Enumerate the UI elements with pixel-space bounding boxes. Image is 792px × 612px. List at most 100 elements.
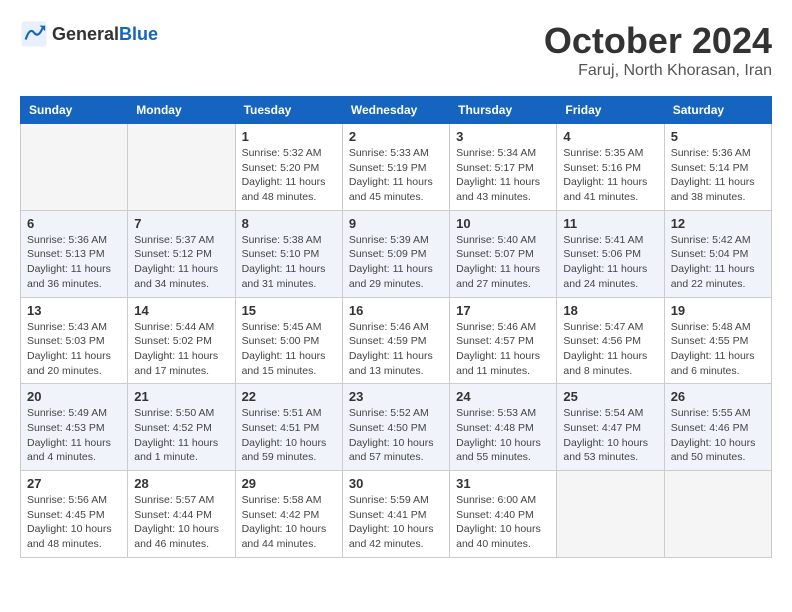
calendar-cell: 11 Sunrise: 5:41 AMSunset: 5:06 PMDayligh… (557, 210, 664, 297)
calendar-cell: 26 Sunrise: 5:55 AMSunset: 4:46 PMDayligh… (664, 384, 771, 471)
month-title: October 2024 (544, 20, 772, 62)
logo: GeneralBlue (20, 20, 158, 48)
calendar-cell: 4Sunrise: 5:35 AMSunset: 5:16 PMDaylight… (557, 124, 664, 211)
day-info: Sunrise: 5:55 AMSunset: 4:46 PMDaylight:… (671, 406, 765, 465)
day-number: 12 (671, 216, 765, 231)
calendar-cell: 6 Sunrise: 5:36 AMSunset: 5:13 PMDaylight… (21, 210, 128, 297)
day-info: Sunrise: 5:37 AMSunset: 5:12 PMDaylight:… (134, 233, 228, 292)
day-number: 14 (134, 303, 228, 318)
day-info: Sunrise: 5:58 AMSunset: 4:42 PMDaylight:… (242, 493, 336, 552)
title-block: October 2024 Faruj, North Khorasan, Iran (544, 20, 772, 80)
calendar-week-row: 20Sunrise: 5:49 AMSunset: 4:53 PMDayligh… (21, 384, 772, 471)
day-number: 13 (27, 303, 121, 318)
calendar-cell: 8 Sunrise: 5:38 AMSunset: 5:10 PMDaylight… (235, 210, 342, 297)
day-number: 24 (456, 389, 550, 404)
calendar-cell: 13Sunrise: 5:43 AMSunset: 5:03 PMDayligh… (21, 297, 128, 384)
day-number: 2 (349, 129, 443, 144)
day-number: 28 (134, 476, 228, 491)
logo-text-general: General (52, 24, 119, 44)
calendar-cell: 15Sunrise: 5:45 AMSunset: 5:00 PMDayligh… (235, 297, 342, 384)
calendar-week-row: 27 Sunrise: 5:56 AMSunset: 4:45 PMDayligh… (21, 471, 772, 558)
header-row: SundayMondayTuesdayWednesdayThursdayFrid… (21, 97, 772, 124)
calendar-cell (557, 471, 664, 558)
day-info: Sunrise: 5:57 AMSunset: 4:44 PMDaylight:… (134, 493, 228, 552)
calendar-cell: 27 Sunrise: 5:56 AMSunset: 4:45 PMDayligh… (21, 471, 128, 558)
calendar-cell: 2 Sunrise: 5:33 AMSunset: 5:19 PMDaylight… (342, 124, 449, 211)
day-info: Sunrise: 5:36 AMSunset: 5:13 PMDaylight:… (27, 233, 121, 292)
calendar-cell (21, 124, 128, 211)
day-number: 16 (349, 303, 443, 318)
day-info: Sunrise: 5:32 AMSunset: 5:20 PMDaylight:… (242, 146, 336, 205)
day-info: Sunrise: 5:46 AMSunset: 4:57 PMDaylight:… (456, 320, 550, 379)
day-number: 10 (456, 216, 550, 231)
calendar-week-row: 6 Sunrise: 5:36 AMSunset: 5:13 PMDaylight… (21, 210, 772, 297)
day-info: Sunrise: 5:42 AMSunset: 5:04 PMDaylight:… (671, 233, 765, 292)
day-info: Sunrise: 5:44 AMSunset: 5:02 PMDaylight:… (134, 320, 228, 379)
calendar-cell: 12 Sunrise: 5:42 AMSunset: 5:04 PMDayligh… (664, 210, 771, 297)
logo-icon (20, 20, 48, 48)
weekday-header: Sunday (21, 97, 128, 124)
calendar-week-row: 13Sunrise: 5:43 AMSunset: 5:03 PMDayligh… (21, 297, 772, 384)
day-info: Sunrise: 6:00 AMSunset: 4:40 PMDaylight:… (456, 493, 550, 552)
calendar-cell: 25 Sunrise: 5:54 AMSunset: 4:47 PMDayligh… (557, 384, 664, 471)
day-info: Sunrise: 5:59 AMSunset: 4:41 PMDaylight:… (349, 493, 443, 552)
day-info: Sunrise: 5:39 AMSunset: 5:09 PMDaylight:… (349, 233, 443, 292)
calendar-cell: 24 Sunrise: 5:53 AMSunset: 4:48 PMDayligh… (450, 384, 557, 471)
calendar-cell: 14 Sunrise: 5:44 AMSunset: 5:02 PMDayligh… (128, 297, 235, 384)
calendar-table: SundayMondayTuesdayWednesdayThursdayFrid… (20, 96, 772, 558)
day-info: Sunrise: 5:48 AMSunset: 4:55 PMDaylight:… (671, 320, 765, 379)
calendar-cell: 21Sunrise: 5:50 AMSunset: 4:52 PMDayligh… (128, 384, 235, 471)
calendar-week-row: 1 Sunrise: 5:32 AMSunset: 5:20 PMDaylight… (21, 124, 772, 211)
day-info: Sunrise: 5:35 AMSunset: 5:16 PMDaylight:… (563, 146, 657, 205)
day-number: 5 (671, 129, 765, 144)
location-title: Faruj, North Khorasan, Iran (544, 62, 772, 80)
day-info: Sunrise: 5:51 AMSunset: 4:51 PMDaylight:… (242, 406, 336, 465)
calendar-cell: 19Sunrise: 5:48 AMSunset: 4:55 PMDayligh… (664, 297, 771, 384)
day-number: 1 (242, 129, 336, 144)
day-number: 18 (563, 303, 657, 318)
day-number: 6 (27, 216, 121, 231)
day-number: 27 (27, 476, 121, 491)
day-info: Sunrise: 5:41 AMSunset: 5:06 PMDaylight:… (563, 233, 657, 292)
day-info: Sunrise: 5:36 AMSunset: 5:14 PMDaylight:… (671, 146, 765, 205)
day-info: Sunrise: 5:47 AMSunset: 4:56 PMDaylight:… (563, 320, 657, 379)
day-info: Sunrise: 5:49 AMSunset: 4:53 PMDaylight:… (27, 406, 121, 465)
day-info: Sunrise: 5:33 AMSunset: 5:19 PMDaylight:… (349, 146, 443, 205)
weekday-header: Thursday (450, 97, 557, 124)
weekday-header: Friday (557, 97, 664, 124)
calendar-cell: 23 Sunrise: 5:52 AMSunset: 4:50 PMDayligh… (342, 384, 449, 471)
weekday-header: Tuesday (235, 97, 342, 124)
day-number: 11 (563, 216, 657, 231)
day-info: Sunrise: 5:54 AMSunset: 4:47 PMDaylight:… (563, 406, 657, 465)
calendar-cell: 20Sunrise: 5:49 AMSunset: 4:53 PMDayligh… (21, 384, 128, 471)
day-number: 15 (242, 303, 336, 318)
day-number: 26 (671, 389, 765, 404)
day-info: Sunrise: 5:46 AMSunset: 4:59 PMDaylight:… (349, 320, 443, 379)
calendar-cell (664, 471, 771, 558)
day-info: Sunrise: 5:56 AMSunset: 4:45 PMDaylight:… (27, 493, 121, 552)
weekday-header: Wednesday (342, 97, 449, 124)
calendar-cell: 7Sunrise: 5:37 AMSunset: 5:12 PMDaylight… (128, 210, 235, 297)
calendar-cell: 9Sunrise: 5:39 AMSunset: 5:09 PMDaylight… (342, 210, 449, 297)
weekday-header: Monday (128, 97, 235, 124)
day-info: Sunrise: 5:38 AMSunset: 5:10 PMDaylight:… (242, 233, 336, 292)
day-info: Sunrise: 5:52 AMSunset: 4:50 PMDaylight:… (349, 406, 443, 465)
day-number: 17 (456, 303, 550, 318)
calendar-cell: 22Sunrise: 5:51 AMSunset: 4:51 PMDayligh… (235, 384, 342, 471)
day-number: 25 (563, 389, 657, 404)
calendar-cell: 16 Sunrise: 5:46 AMSunset: 4:59 PMDayligh… (342, 297, 449, 384)
day-number: 21 (134, 389, 228, 404)
calendar-cell: 28 Sunrise: 5:57 AMSunset: 4:44 PMDayligh… (128, 471, 235, 558)
day-number: 8 (242, 216, 336, 231)
calendar-cell: 31 Sunrise: 6:00 AMSunset: 4:40 PMDayligh… (450, 471, 557, 558)
page-header: GeneralBlue October 2024 Faruj, North Kh… (20, 20, 772, 80)
calendar-cell: 1 Sunrise: 5:32 AMSunset: 5:20 PMDaylight… (235, 124, 342, 211)
calendar-cell: 30Sunrise: 5:59 AMSunset: 4:41 PMDayligh… (342, 471, 449, 558)
calendar-cell (128, 124, 235, 211)
day-info: Sunrise: 5:53 AMSunset: 4:48 PMDaylight:… (456, 406, 550, 465)
day-info: Sunrise: 5:34 AMSunset: 5:17 PMDaylight:… (456, 146, 550, 205)
calendar-cell: 10Sunrise: 5:40 AMSunset: 5:07 PMDayligh… (450, 210, 557, 297)
weekday-header: Saturday (664, 97, 771, 124)
day-number: 31 (456, 476, 550, 491)
day-number: 23 (349, 389, 443, 404)
